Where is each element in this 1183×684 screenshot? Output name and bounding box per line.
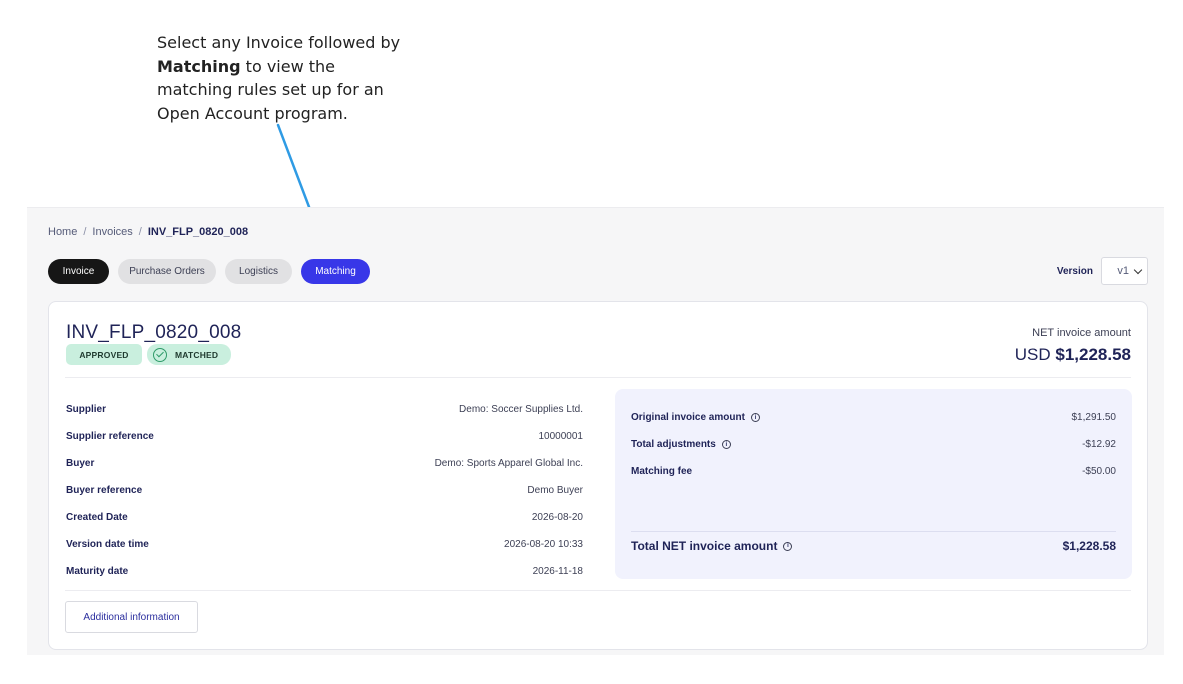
summary-value: -$50.00 — [1082, 466, 1116, 477]
matched-label: MATCHED — [175, 349, 219, 360]
detail-value: Demo: Soccer Supplies Ltd. — [459, 404, 583, 415]
summary-key-text: Original invoice amount — [631, 412, 745, 423]
callout-bold-word: Matching — [157, 56, 241, 76]
status-badge-matched: MATCHED — [147, 344, 231, 365]
detail-key: Supplier reference — [66, 431, 154, 442]
summary-value: -$12.92 — [1082, 439, 1116, 450]
breadcrumb-current: INV_FLP_0820_008 — [147, 226, 249, 238]
summary-row-adjustments: Total adjustments i -$12.92 — [631, 439, 1116, 450]
detail-value: 2026-08-20 — [531, 512, 583, 523]
tab-purchase-orders[interactable]: Purchase Orders — [118, 259, 216, 284]
detail-row: Buyer Demo: Sports Apparel Global Inc. — [66, 450, 583, 477]
summary-total-value: $1,228.58 — [1062, 539, 1116, 553]
chevron-down-icon — [1133, 265, 1143, 274]
header-divider — [65, 377, 1131, 378]
tab-matching[interactable]: Matching — [301, 259, 370, 284]
detail-key: Supplier — [66, 404, 107, 415]
summary-key: Total NET invoice amount i — [631, 539, 793, 553]
version-value: v1 — [1117, 265, 1129, 277]
summary-key-text: Total adjustments — [631, 439, 716, 450]
detail-key: Created Date — [66, 512, 128, 523]
footer-divider — [65, 590, 1131, 591]
breadcrumb-separator: / — [138, 226, 142, 238]
summary-key: Matching fee — [631, 466, 692, 477]
summary-divider — [631, 531, 1116, 532]
version-label: Version — [1056, 265, 1093, 277]
detail-value: Demo Buyer — [527, 485, 583, 496]
tab-invoice[interactable]: Invoice — [48, 259, 109, 284]
summary-row-total: Total NET invoice amount i $1,228.58 — [631, 539, 1116, 553]
summary-key: Original invoice amount i — [631, 412, 760, 423]
detail-value: 10000001 — [538, 431, 584, 442]
annotation-callout: Select any Invoice followed by Matching … — [157, 31, 407, 125]
version-select[interactable]: v1 — [1101, 257, 1148, 285]
detail-value: 2026-08-20 10:33 — [504, 539, 583, 550]
detail-value: Demo: Sports Apparel Global Inc. — [434, 458, 583, 469]
detail-row: Supplier Demo: Soccer Supplies Ltd. — [66, 396, 583, 423]
detail-row: Supplier reference 10000001 — [66, 423, 583, 450]
detail-key: Version date time — [66, 539, 149, 550]
detail-row: Buyer reference Demo Buyer — [66, 477, 583, 504]
check-circle-icon — [153, 347, 167, 362]
summary-key-text: Total NET invoice amount — [631, 539, 778, 553]
breadcrumb-separator: / — [83, 226, 87, 238]
detail-value: 2026-11-18 — [532, 566, 583, 577]
status-badges: APPROVED MATCHED — [66, 344, 231, 365]
app-panel: Home / Invoices / INV_FLP_0820_008 Invoi… — [27, 207, 1164, 655]
additional-information-button[interactable]: Additional information — [65, 601, 198, 633]
summary-row-fee: Matching fee -$50.00 — [631, 466, 1116, 477]
invoice-card: INV_FLP_0820_008 APPROVED MATCHED NET in… — [48, 301, 1148, 650]
summary-key-text: Matching fee — [631, 466, 693, 477]
breadcrumb-home[interactable]: Home — [48, 226, 77, 238]
version-control: Version v1 — [1057, 257, 1148, 285]
detail-key: Maturity date — [66, 566, 129, 577]
detail-row: Created Date 2026-08-20 — [66, 504, 583, 531]
detail-row: Version date time 2026-08-20 10:33 — [66, 531, 583, 558]
info-icon[interactable]: i — [783, 541, 793, 551]
tab-logistics[interactable]: Logistics — [225, 259, 292, 284]
detail-row: Maturity date 2026-11-18 — [66, 558, 583, 585]
net-amount-number: $1,228.58 — [1055, 345, 1131, 364]
invoice-title: INV_FLP_0820_008 — [66, 322, 242, 343]
breadcrumb: Home / Invoices / INV_FLP_0820_008 — [48, 226, 248, 238]
status-badge-approved: APPROVED — [66, 344, 142, 365]
net-amount-currency: USD — [1014, 345, 1051, 364]
info-icon[interactable]: i — [750, 413, 760, 422]
callout-line1: Select any Invoice followed by — [157, 33, 401, 52]
info-icon[interactable]: i — [721, 440, 731, 449]
summary-value: $1,291.50 — [1071, 412, 1117, 423]
detail-key: Buyer reference — [66, 485, 143, 496]
net-amount-label: NET invoice amount — [1032, 327, 1131, 339]
invoice-details: Supplier Demo: Soccer Supplies Ltd. Suppl… — [66, 396, 583, 585]
summary-key: Total adjustments i — [631, 439, 731, 450]
breadcrumb-invoices[interactable]: Invoices — [92, 226, 132, 238]
detail-key: Buyer — [66, 458, 95, 469]
tab-bar: Invoice Purchase Orders Logistics Matchi… — [48, 259, 370, 284]
amount-summary: Original invoice amount i $1,291.50 Total… — [615, 389, 1132, 579]
net-amount-value: USD $1,228.58 — [1015, 345, 1131, 365]
summary-row-original: Original invoice amount i $1,291.50 — [631, 412, 1116, 423]
